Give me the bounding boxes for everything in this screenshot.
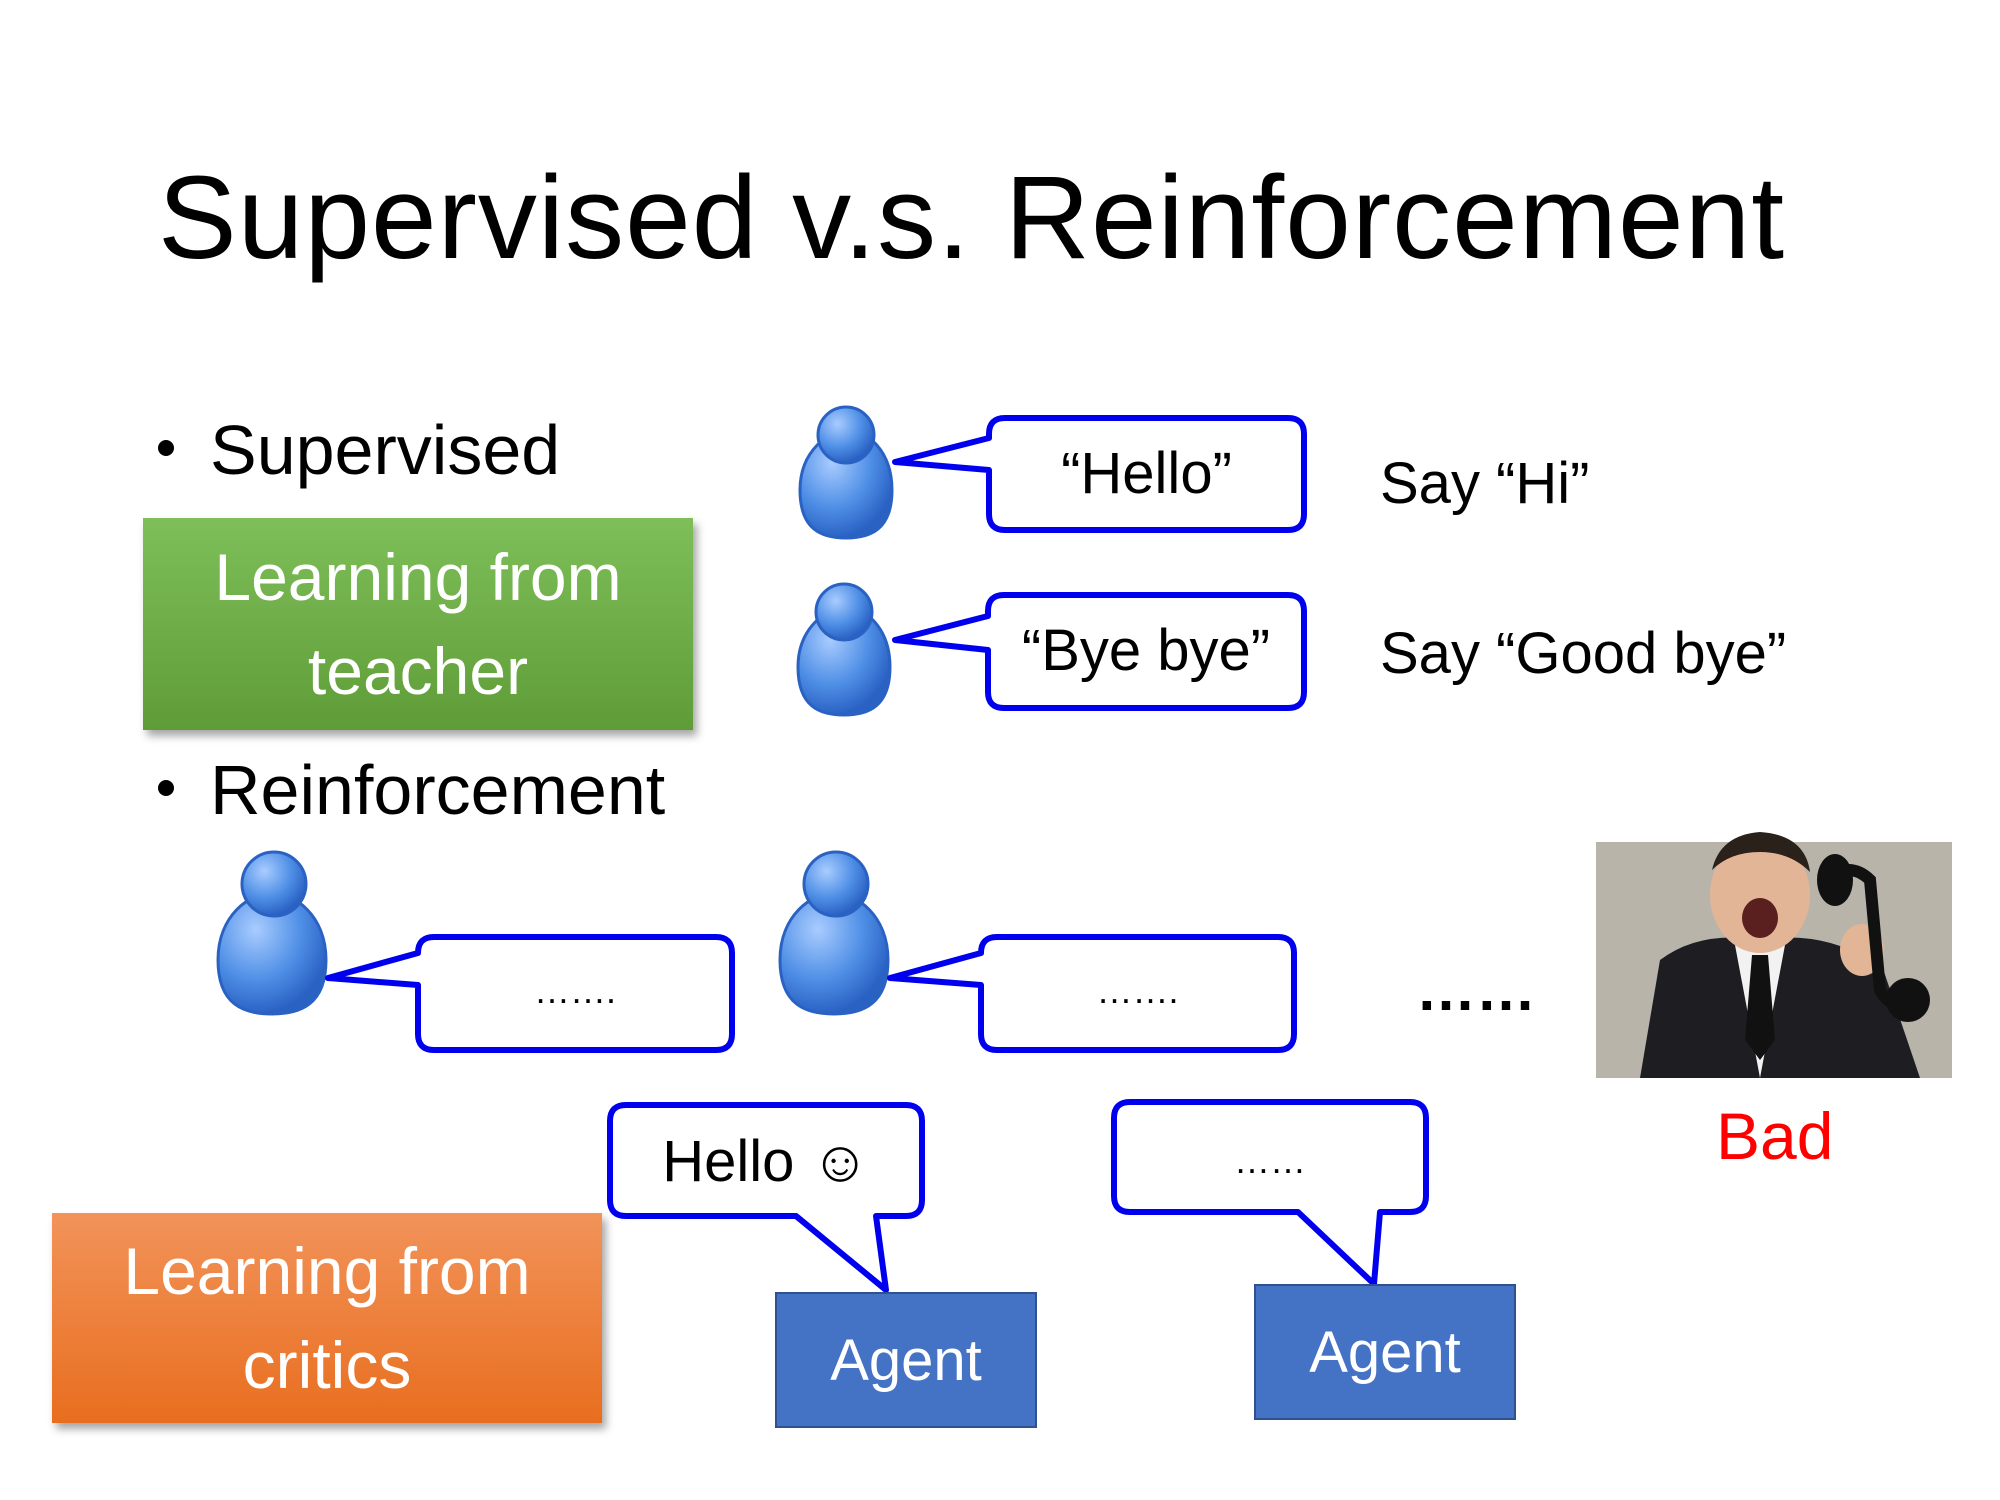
user-icon	[798, 405, 894, 540]
bye-bye-utterance: “Bye bye”	[1021, 618, 1271, 683]
agent-label: Agent	[830, 1327, 982, 1393]
user-bubble-ellipsis: …….	[1096, 970, 1179, 1011]
user-icon	[216, 850, 328, 1016]
hello-utterance: “Hello”	[1061, 441, 1232, 506]
speech-bubble	[1111, 1099, 1429, 1287]
supervised-target-good-bye: Say “Good bye”	[1380, 621, 1787, 686]
angry-caller-photo	[1596, 832, 1952, 1078]
user-icon	[796, 582, 892, 717]
supervised-target-hi: Say “Hi”	[1380, 451, 1590, 516]
speech-bubbles-layer	[216, 405, 1952, 1293]
agent-bubble-hello: Hello ☺	[662, 1129, 870, 1194]
user-bubble-ellipsis: …….	[533, 970, 616, 1011]
bad-feedback-label: Bad	[1716, 1099, 1834, 1173]
agent-box: Agent	[1254, 1284, 1516, 1420]
agent-label: Agent	[1309, 1319, 1461, 1385]
continuation-ellipsis: ……	[1416, 956, 1536, 1023]
agent-box: Agent	[775, 1292, 1037, 1428]
agent-bubble-ellipsis: ……	[1234, 1140, 1306, 1181]
user-icon	[778, 850, 890, 1016]
